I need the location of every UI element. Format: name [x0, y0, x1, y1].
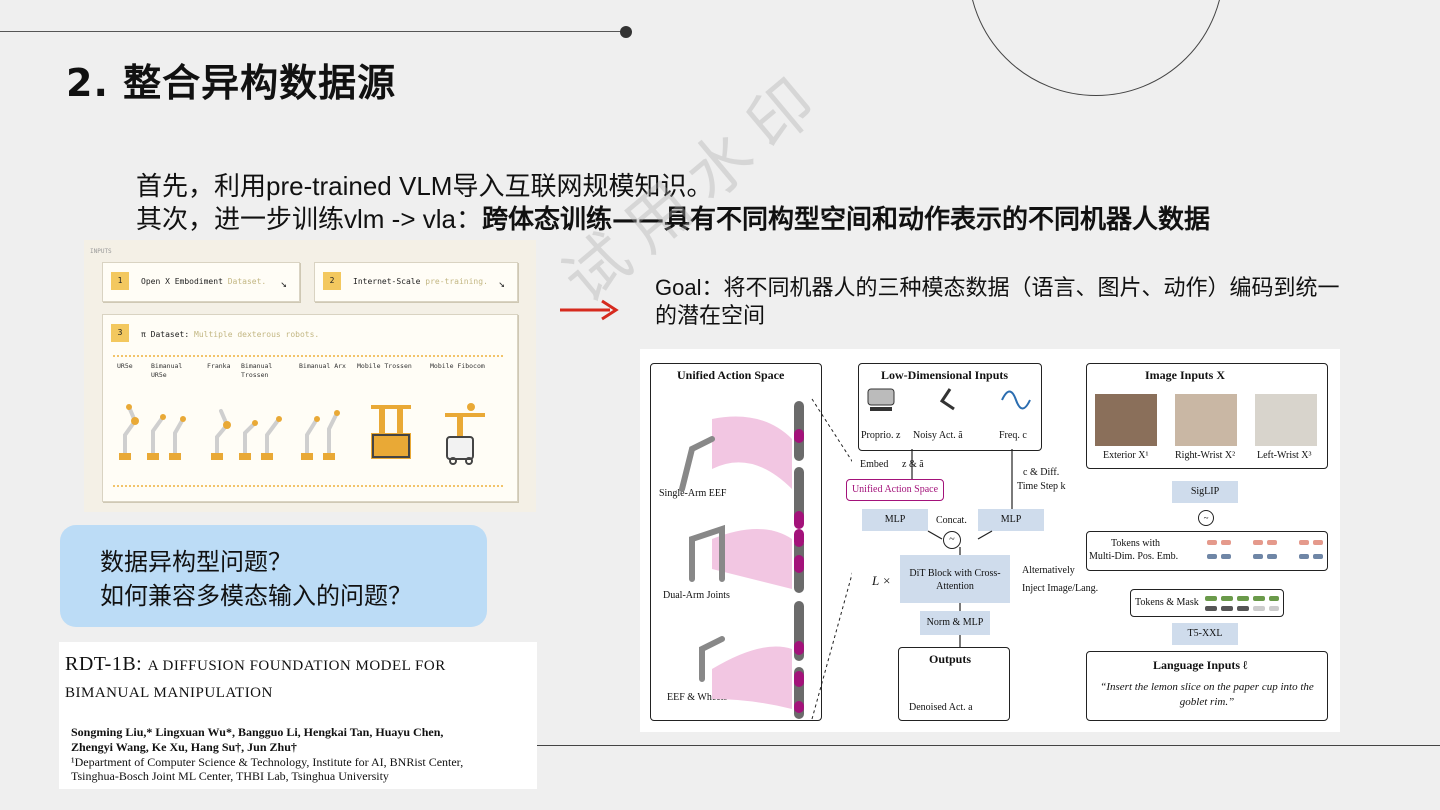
language-instruction: “Insert the lemon slice on the paper cup… — [1100, 681, 1314, 708]
paper-authors: Songming Liu,* Lingxuan Wu*, Bangguo Li,… — [71, 725, 444, 754]
language-inputs-box: Language Inputs ℓ “Insert the lemon slic… — [1086, 651, 1328, 721]
robot-label: Mobile Trossen — [357, 362, 412, 370]
architecture-diagram: Unified Action Space Single-Arm EEF Dual… — [640, 349, 1340, 732]
pos-emb-icon: ~ — [1198, 510, 1214, 526]
left-wrist-image — [1255, 394, 1317, 446]
robot-label: Bimanual Arx — [299, 362, 346, 370]
inputs-header: INPUTS — [90, 248, 112, 255]
card-number: 2 — [323, 272, 341, 290]
card-number: 3 — [111, 324, 129, 342]
inputs-panel: INPUTS 1 Open X Embodiment Dataset. ↘ 2 … — [84, 240, 536, 512]
bottom-rule — [537, 745, 1440, 746]
arrow-down-right-icon: ↘ — [280, 277, 287, 290]
dataset-card-2: 2 Internet-Scale pre-training. ↘ — [314, 262, 518, 302]
question-2: 如何兼容多模态输入的问题？ — [100, 582, 412, 610]
t5-block: T5-XXL — [1172, 623, 1238, 645]
exterior-image — [1095, 394, 1157, 446]
arrow-down-right-icon: ↘ — [498, 277, 505, 290]
uas-illustration — [679, 398, 852, 720]
robot-label: Mobile Fibocom — [430, 362, 485, 370]
robot-label: Franka — [207, 362, 231, 370]
dataset-card-3: 3 π Dataset: Multiple dexterous robots. … — [102, 314, 518, 502]
low-dim-icons — [867, 388, 1031, 411]
card-number: 1 — [111, 272, 129, 290]
question-bubble: 数据异构型问题？ 如何兼容多模态输入的问题？ — [60, 525, 487, 627]
paper-affiliation: ¹Department of Computer Science & Techno… — [71, 755, 464, 783]
paper-header: RDT-1B: A DIFFUSION FOUNDATION MODEL FOR… — [59, 642, 537, 789]
image-tokens-box: Tokens with Multi-Dim. Pos. Emb. — [1086, 531, 1328, 571]
lang-tokens-box: Tokens & Mask — [1130, 589, 1284, 617]
top-rule — [0, 31, 626, 32]
image-token-pills — [1207, 540, 1323, 559]
image-inputs-box: Image Inputs X Exterior X¹ Right-Wrist X… — [1086, 363, 1328, 469]
connector-lines — [911, 449, 1013, 647]
paper-title: RDT-1B: A DIFFUSION FOUNDATION MODEL FOR… — [65, 653, 446, 701]
outputs-box: Outputs Denoised Act. a — [898, 647, 1010, 721]
robot-label: UR5e — [117, 362, 133, 370]
lang-token-pills — [1205, 596, 1279, 611]
robot-label: Bimanual UR5e — [151, 362, 183, 379]
right-wrist-image — [1175, 394, 1237, 446]
decorative-circle — [968, 0, 1224, 96]
robot-illustrations — [119, 403, 485, 465]
question-1: 数据异构型问题？ — [100, 548, 292, 576]
dataset-card-1: 1 Open X Embodiment Dataset. ↘ — [102, 262, 300, 302]
slide-title: 2. 整合异构数据源 — [66, 61, 397, 105]
top-rule-dot — [620, 26, 632, 38]
robot-label: Bimanual Trossen — [241, 362, 273, 379]
siglip-block: SigLIP — [1172, 481, 1238, 503]
goal-text: Goal：将不同机器人的三种模态数据（语言、图片、动作）编码到统一的潜在空间 — [655, 275, 1340, 329]
